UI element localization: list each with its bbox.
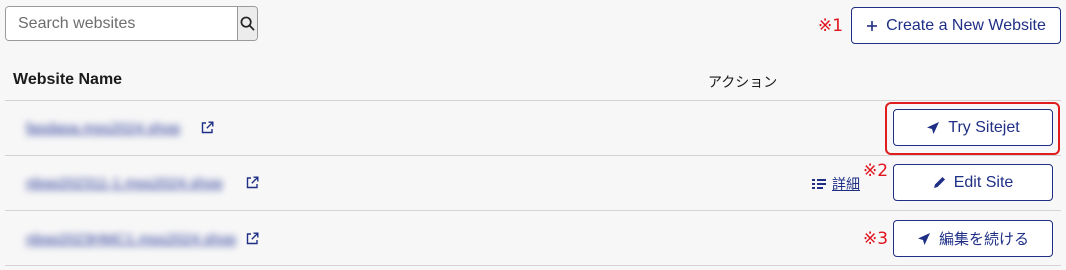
column-header-action: アクション	[708, 75, 778, 91]
website-link-1[interactable]: fasdasa.mss2024.shop	[26, 120, 180, 137]
try-sitejet-label: Try Sitejet	[948, 118, 1020, 136]
header-divider	[5, 100, 1061, 101]
list-details-icon	[812, 179, 826, 189]
row-divider	[5, 155, 1061, 156]
continue-editing-label: 編集を続ける	[938, 230, 1029, 248]
website-link-3[interactable]: nbsp2023HMC1.mss2024.shop	[26, 231, 236, 248]
search-button[interactable]	[237, 7, 257, 40]
plus-icon	[867, 20, 878, 31]
details-label: 詳細	[832, 177, 860, 193]
pencil-icon	[933, 177, 945, 188]
search-box	[5, 6, 258, 41]
external-link-icon[interactable]	[246, 176, 259, 189]
continue-editing-button[interactable]: 編集を続ける	[893, 220, 1053, 257]
details-link[interactable]: 詳細	[812, 174, 860, 194]
edit-site-label: Edit Site	[953, 173, 1014, 191]
note-1: ※1	[818, 16, 844, 36]
external-link-icon[interactable]	[201, 121, 214, 134]
external-link-icon[interactable]	[246, 232, 259, 245]
note-2: ※2	[863, 161, 889, 181]
create-website-label: Create a New Website	[886, 16, 1046, 34]
note-3: ※3	[863, 229, 889, 249]
search-input[interactable]	[6, 7, 237, 40]
send-icon	[917, 232, 930, 245]
send-icon	[927, 121, 940, 134]
search-icon	[240, 16, 255, 31]
edit-site-button[interactable]: Edit Site	[893, 164, 1053, 201]
column-header-name: Website Name	[13, 71, 123, 88]
create-website-button[interactable]: Create a New Website	[851, 7, 1061, 44]
row-divider	[5, 210, 1061, 211]
row-divider	[5, 265, 1061, 266]
website-link-2[interactable]: nbsp202311-1.mss2024.shop	[26, 175, 223, 192]
try-sitejet-button[interactable]: Try Sitejet	[893, 109, 1053, 146]
